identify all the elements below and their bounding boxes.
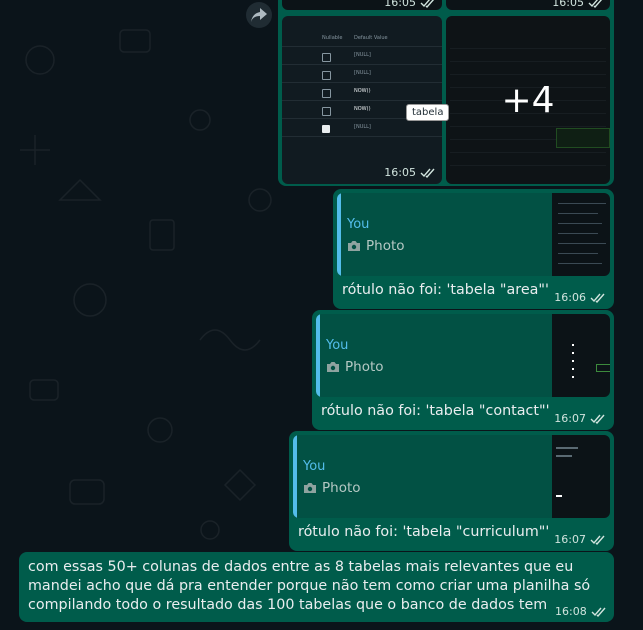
quoted-message[interactable]: You Photo [316, 314, 610, 397]
camera-icon [327, 362, 339, 372]
more-count: +4 [501, 79, 555, 121]
camera-icon [304, 483, 316, 493]
double-check-icon [420, 0, 435, 8]
timestamp: 16:05 [384, 166, 436, 179]
message-text: rótulo não foi: 'tabela "curriculum"' [298, 524, 550, 540]
quoted-message[interactable]: You Photo [293, 435, 610, 518]
thumb-value: [NULL] [354, 124, 371, 130]
quoted-message[interactable]: You Photo [337, 193, 610, 276]
quote-author: You [326, 338, 349, 353]
message-text: com essas 50+ colunas de dados entre as … [28, 559, 591, 613]
quote-thumbnail [552, 435, 610, 518]
double-check-icon [420, 168, 435, 178]
photo-thumb-more[interactable]: +4 [446, 16, 610, 184]
message-bubble[interactable]: You Photo rótulo não foi: 'tabela "area"… [333, 189, 614, 309]
timestamp: 16:05 [552, 0, 604, 9]
message-bubble[interactable]: You Photo rótulo não foi: 'tabela "conta… [312, 310, 614, 430]
message-text: rótulo não foi: 'tabela "area"' [342, 282, 549, 298]
media-group-bubble: 16:05 16:05 Nullable Default Value [NULL… [278, 0, 614, 186]
thumb-value: NOW() [354, 106, 371, 112]
photo-thumb-table[interactable]: Nullable Default Value [NULL] [NULL] NOW… [282, 16, 442, 184]
message-bubble[interactable]: You Photo rótulo não foi: 'tabela "curri… [289, 431, 614, 551]
timestamp: 16:07 [554, 412, 606, 425]
double-check-icon [590, 293, 605, 303]
thumb-row [322, 71, 331, 80]
camera-icon [348, 241, 360, 251]
quote-bar [293, 435, 297, 518]
thumb-header-default: Default Value [354, 35, 388, 41]
tooltip: tabela [406, 104, 450, 121]
timestamp: 16:07 [554, 533, 606, 546]
quote-author: You [303, 459, 326, 474]
thumb-value: [NULL] [354, 70, 371, 76]
quote-thumbnail [552, 314, 610, 397]
thumb-value: [NULL] [354, 52, 371, 58]
quote-type: Photo [303, 480, 361, 496]
thumb-row [322, 125, 330, 133]
thumb-value: NOW() [354, 88, 371, 94]
quote-type: Photo [347, 238, 405, 254]
quote-author: You [347, 217, 370, 232]
forward-icon [251, 8, 267, 22]
double-check-icon [590, 414, 605, 424]
timestamp: 16:08 [555, 605, 607, 618]
timestamp: 16:05 [384, 0, 436, 9]
timestamp: 16:06 [554, 291, 606, 304]
double-check-icon [590, 535, 605, 545]
quote-bar [316, 314, 320, 397]
quote-thumbnail [552, 193, 610, 276]
message-text: rótulo não foi: 'tabela "contact"' [321, 403, 550, 419]
thumb-row [322, 107, 331, 116]
photo-thumb-top-left[interactable]: 16:05 [282, 0, 442, 10]
forward-button[interactable] [246, 2, 272, 28]
quote-type: Photo [326, 359, 384, 375]
thumb-row [322, 53, 331, 62]
double-check-icon [591, 607, 606, 617]
more-photos-overlay: +4 [446, 16, 610, 184]
photo-thumb-top-right[interactable]: 16:05 [446, 0, 610, 10]
double-check-icon [588, 0, 603, 8]
thumb-row [322, 89, 331, 98]
quote-bar [337, 193, 341, 276]
thumb-header-nullable: Nullable [322, 35, 343, 41]
